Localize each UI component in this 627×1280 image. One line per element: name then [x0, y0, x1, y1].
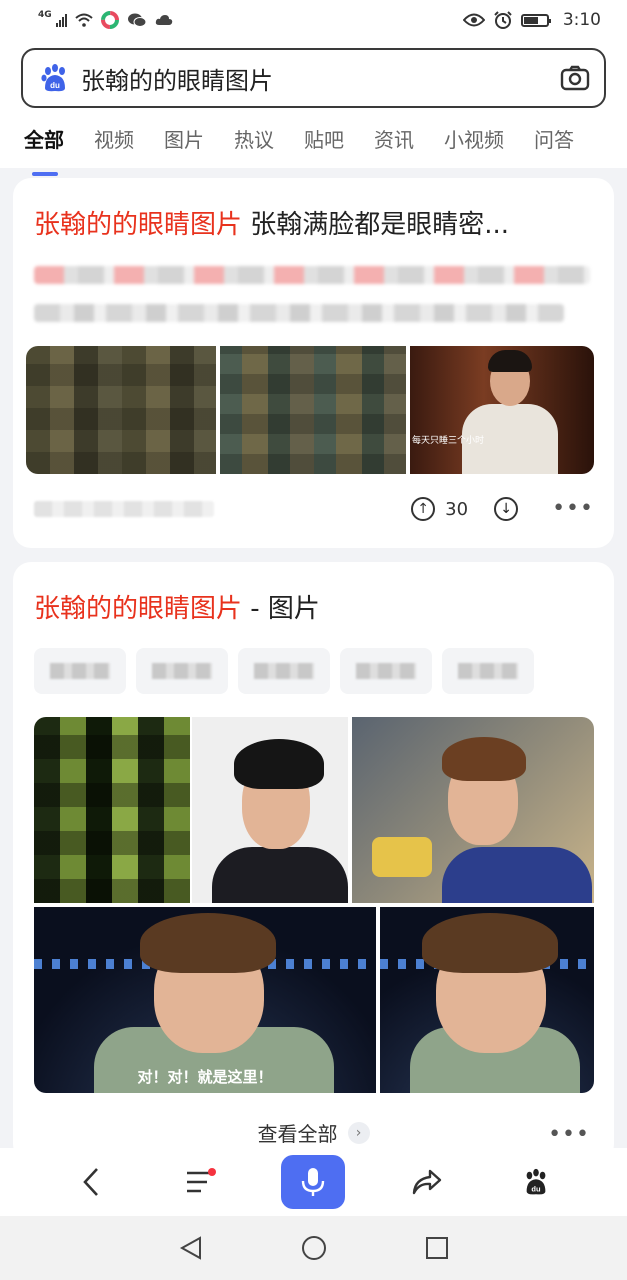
baidu-paw-icon: du: [526, 1168, 546, 1195]
blurred-source-url: [34, 501, 214, 517]
tab-short-video[interactable]: 小视频: [444, 124, 504, 164]
eye-comfort-icon: [462, 13, 485, 27]
tab-video[interactable]: 视频: [94, 124, 134, 164]
baidu-logo-icon: du: [41, 64, 65, 92]
share-button[interactable]: [399, 1154, 455, 1210]
wechat-icon: [127, 13, 147, 27]
tab-tieba[interactable]: 贴吧: [304, 124, 344, 164]
app-notification-icon: [100, 11, 119, 29]
blurred-snippet: [34, 304, 564, 322]
filter-chip[interactable]: [442, 648, 534, 694]
camera-icon[interactable]: [560, 65, 590, 91]
network-type: 4G: [38, 10, 52, 20]
image-result-card[interactable]: 张翰的的眼睛图片 - 图片 对！对！就是这里！ 查看全部 › •••: [13, 562, 614, 1162]
search-tabs: 全部 视频 图片 热议 贴吧 资讯 小视频 问答: [0, 124, 627, 176]
see-all-link[interactable]: 查看全部 ›: [13, 1118, 614, 1147]
tab-all[interactable]: 全部: [24, 124, 64, 176]
battery-icon: [520, 13, 551, 27]
nav-back-icon[interactable]: [178, 1235, 204, 1261]
filter-chip[interactable]: [34, 648, 126, 694]
tab-news[interactable]: 资讯: [374, 124, 414, 164]
image-grid: 对！对！就是这里！: [34, 717, 594, 1093]
upvote-count: 30: [445, 498, 469, 520]
tab-qa[interactable]: 问答: [534, 124, 574, 164]
svg-text:du: du: [532, 1184, 542, 1193]
signal-icon: [55, 13, 67, 27]
search-input[interactable]: 张翰的的眼睛图片: [81, 61, 560, 96]
blurred-image[interactable]: [34, 717, 190, 903]
bottom-toolbar: du: [0, 1148, 627, 1216]
result-card[interactable]: 张翰的的眼睛图片 张翰满脸都是眼睛密... 每天只睡三个小时 ↑ 30 ↓ ••…: [13, 178, 614, 548]
filter-chip[interactable]: [238, 648, 330, 694]
more-icon[interactable]: •••: [548, 1122, 590, 1147]
filter-chip[interactable]: [136, 648, 228, 694]
wifi-icon: [74, 13, 93, 27]
tab-discussion[interactable]: 热议: [234, 124, 274, 164]
upvote-button[interactable]: ↑ 30: [411, 497, 468, 521]
see-all-label: 查看全部: [257, 1122, 338, 1146]
blurred-snippet: [34, 266, 590, 284]
arrow-up-icon: ↑: [411, 497, 436, 521]
baidu-home-button[interactable]: du: [508, 1154, 564, 1210]
grid-image[interactable]: 对！对！就是这里！: [34, 907, 376, 1093]
nav-recents-icon[interactable]: [424, 1235, 450, 1261]
menu-button[interactable]: [172, 1154, 228, 1210]
voice-search-button[interactable]: [281, 1155, 346, 1209]
arrow-down-icon[interactable]: ↓: [494, 497, 519, 521]
result-image: 每天只睡三个小时: [410, 346, 594, 474]
search-box[interactable]: du 张翰的的眼睛图片: [21, 48, 606, 108]
grid-image[interactable]: [192, 717, 348, 903]
cloud-icon: [155, 15, 172, 25]
result-title[interactable]: 张翰的的眼睛图片 张翰满脸都是眼睛密...: [34, 204, 594, 241]
image-caption: 每天只睡三个小时: [412, 436, 485, 446]
result-title[interactable]: 张翰的的眼睛图片 - 图片: [34, 588, 320, 625]
status-bar: 4G 3:10: [0, 0, 627, 40]
image-caption: 对！对！就是这里！: [137, 1068, 273, 1086]
nav-home-icon[interactable]: [300, 1234, 328, 1262]
chevron-left-icon: [82, 1168, 98, 1196]
system-nav-bar: [0, 1216, 627, 1280]
grid-image[interactable]: [352, 717, 594, 903]
blurred-image: [220, 346, 406, 474]
header: du 张翰的的眼睛图片 全部 视频 图片 热议 贴吧 资讯 小视频 问答: [0, 40, 627, 176]
back-button[interactable]: [63, 1154, 119, 1210]
svg-text:du: du: [50, 81, 60, 90]
grid-image[interactable]: [380, 907, 594, 1093]
filter-chip[interactable]: [340, 648, 432, 694]
clock: 3:10: [562, 10, 601, 30]
filter-chips: [34, 648, 602, 694]
blurred-image: [26, 346, 216, 474]
chevron-right-icon: ›: [347, 1121, 370, 1144]
result-images[interactable]: 每天只睡三个小时: [26, 346, 594, 474]
result-meta: ↑ 30 ↓ •••: [34, 494, 594, 524]
microphone-icon: [302, 1168, 325, 1196]
tab-images[interactable]: 图片: [164, 124, 204, 164]
alarm-icon: [494, 11, 512, 29]
share-icon: [412, 1169, 442, 1195]
more-icon[interactable]: •••: [552, 498, 594, 520]
